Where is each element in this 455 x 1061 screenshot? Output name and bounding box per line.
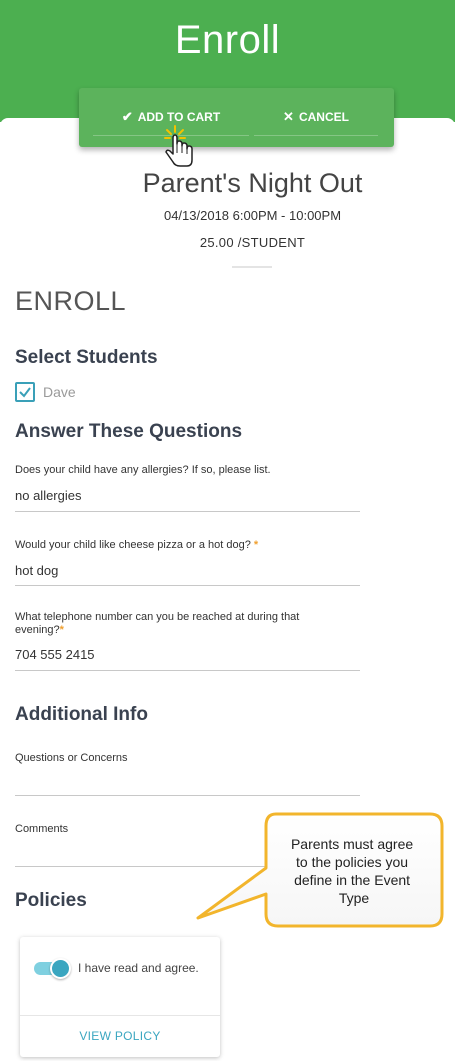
question-label-allergies: Does your child have any allergies? If s… xyxy=(15,464,271,476)
answer-allergies[interactable]: no allergies xyxy=(15,488,82,503)
close-icon: ✕ xyxy=(283,108,294,124)
select-students-heading: Select Students xyxy=(15,347,158,368)
question-label-food: Would your child like cheese pizza or a … xyxy=(15,539,259,551)
divider xyxy=(232,266,272,268)
answer-phone[interactable]: 704 555 2415 xyxy=(15,647,95,662)
callout-line: Parents must agree xyxy=(291,836,413,852)
event-price: 25.00 /STUDENT xyxy=(199,235,306,250)
input-underline xyxy=(15,670,360,671)
student-name: Dave xyxy=(43,384,76,400)
checkmark-icon xyxy=(19,387,31,398)
question-label-phone: What telephone number can you be reached… xyxy=(15,611,300,636)
card-divider xyxy=(20,1015,220,1016)
questions-concerns-input[interactable] xyxy=(15,772,360,790)
questions-concerns-label: Questions or Concerns xyxy=(15,752,128,764)
callout-line: Type xyxy=(339,890,370,906)
additional-info-heading: Additional Info xyxy=(15,704,148,725)
agree-label: I have read and agree. xyxy=(78,961,199,975)
answer-food[interactable]: hot dog xyxy=(15,563,58,578)
action-bar: ✔ ADD TO CART ✕ CANCEL xyxy=(79,88,394,147)
callout-annotation: Parents must agree to the policies you d… xyxy=(196,812,444,928)
student-checkbox-dave[interactable] xyxy=(15,382,35,402)
input-underline xyxy=(15,585,360,586)
view-policy-link[interactable]: VIEW POLICY xyxy=(20,1029,220,1043)
input-underline xyxy=(15,795,360,796)
page-title: Enroll xyxy=(174,18,281,62)
required-asterisk: * xyxy=(253,539,259,551)
event-date: 04/13/2018 6:00PM - 10:00PM xyxy=(163,208,342,223)
callout-line: define in the Event xyxy=(294,872,410,888)
required-asterisk: * xyxy=(59,624,64,636)
enroll-heading: ENROLL xyxy=(15,286,127,316)
cancel-label: CANCEL xyxy=(298,109,349,124)
toggle-knob xyxy=(50,958,71,979)
input-underline xyxy=(15,511,360,512)
check-icon: ✔ xyxy=(121,108,133,124)
cancel-button[interactable]: ✕ CANCEL xyxy=(254,98,378,136)
policy-card: I have read and agree. VIEW POLICY xyxy=(20,937,220,1057)
questions-heading: Answer These Questions xyxy=(15,421,243,442)
callout-line: to the policies you xyxy=(296,854,408,870)
agree-toggle[interactable] xyxy=(34,958,71,979)
event-title: Parent's Night Out xyxy=(142,168,363,198)
hand-cursor-icon xyxy=(164,125,193,167)
add-to-cart-label: ADD TO CART xyxy=(137,109,221,124)
policies-heading: Policies xyxy=(15,890,87,911)
